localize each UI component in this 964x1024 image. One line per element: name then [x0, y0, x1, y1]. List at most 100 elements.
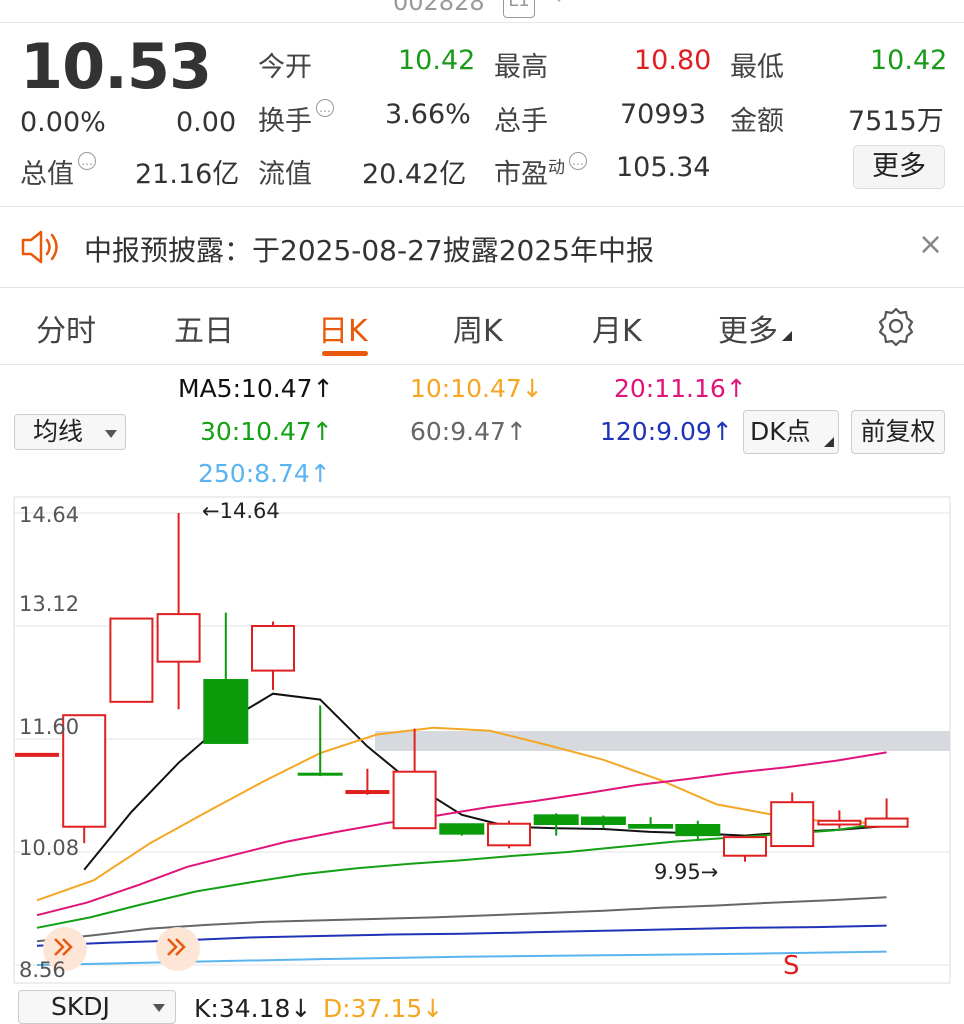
float-cap-value: 20.42亿: [362, 159, 467, 190]
y-tick-label: 14.64: [19, 503, 80, 527]
dropdown-corner-icon: [782, 331, 792, 341]
ma120-value: 120:9.09↑: [600, 417, 733, 446]
skdj-d-value: D:37.15↓: [323, 994, 444, 1023]
info-icon[interactable]: …: [316, 99, 334, 117]
tab-weekly-k[interactable]: 周K: [453, 306, 503, 350]
pe-sup: 动: [548, 158, 565, 178]
candle-body: [533, 814, 579, 825]
kline-chart[interactable]: 14.64 13.12 11.60 10.08 8.56 ←14.64 9.95…: [0, 495, 964, 985]
candle: [628, 817, 674, 829]
volume-label: 总手: [494, 106, 548, 137]
candle: [864, 798, 909, 828]
marker-bg: [156, 927, 200, 971]
avg-line-label: 均线: [33, 417, 84, 446]
candle-body: [864, 817, 909, 828]
candle: [156, 513, 201, 710]
adjust-price-button[interactable]: 前复权: [851, 410, 945, 454]
speaker-icon: [21, 230, 58, 264]
candle-body: [15, 752, 59, 757]
chevron-down-icon[interactable]: [552, 0, 566, 2]
last-price: 10.53: [20, 30, 212, 103]
more-quote-button[interactable]: 更多: [853, 145, 945, 189]
candle-body: [345, 790, 390, 795]
candle-body: [203, 679, 249, 744]
candle-body: [487, 822, 531, 847]
indicator-select[interactable]: SKDJ: [18, 990, 176, 1024]
ma250-value: 250:8.74↑: [198, 459, 331, 488]
candles: [15, 513, 909, 862]
candle-body: [251, 625, 295, 672]
candle: [580, 815, 626, 829]
candle-body: [675, 823, 721, 837]
market-cap-label[interactable]: 总值…: [20, 152, 96, 191]
open-label: 今开: [258, 52, 312, 83]
avg-line-select[interactable]: 均线: [14, 414, 126, 450]
indicator-select-label: SKDJ: [51, 992, 110, 1021]
notice-bar[interactable]: 中报预披露：于2025-08-27披露2025年中报 ×: [0, 207, 964, 287]
pe-label[interactable]: 市盈动…: [494, 152, 587, 191]
skdj-k-value: K:34.18↓: [194, 994, 312, 1023]
turnover-label[interactable]: 换手…: [258, 99, 334, 138]
dropdown-corner-icon: [824, 437, 834, 447]
candle-body: [156, 613, 201, 663]
float-cap-label: 流值: [258, 159, 312, 190]
kline-svg[interactable]: [0, 495, 964, 985]
change-percent: 0.00%: [20, 107, 106, 138]
candle: [487, 820, 531, 849]
candle: [109, 617, 154, 703]
candle: [439, 823, 485, 836]
notice-text: 中报预披露：于2025-08-27披露2025年中报: [84, 234, 654, 267]
candle: [251, 621, 295, 690]
ma10-value: 10:10.47↓: [410, 374, 543, 403]
resistance-band: [375, 731, 950, 751]
tab-five-day[interactable]: 五日: [174, 306, 234, 350]
low-label: 最低: [730, 52, 784, 83]
candle: [345, 768, 390, 795]
candle: [675, 820, 721, 840]
candle: [770, 792, 815, 848]
turnover-value: 3.66%: [385, 99, 471, 130]
ma30-value: 30:10.47↑: [200, 417, 333, 446]
dk-point-label: DK点: [750, 417, 811, 446]
candle: [15, 752, 59, 757]
candle: [533, 813, 579, 836]
y-tick-label: 13.12: [19, 592, 80, 616]
y-tick-label: 8.56: [19, 958, 66, 982]
candle-body: [770, 801, 815, 848]
close-icon[interactable]: ×: [918, 227, 943, 262]
tab-daily-k[interactable]: 日K: [318, 306, 368, 350]
tab-more[interactable]: 更多: [718, 306, 792, 350]
info-icon[interactable]: …: [569, 152, 587, 170]
sell-signal-label: S: [783, 951, 800, 981]
stock-code: 002828: [393, 0, 485, 16]
gear-icon[interactable]: [876, 306, 916, 346]
markers: [43, 927, 200, 971]
low-value: 10.42: [870, 45, 948, 76]
high-value: 10.80: [634, 45, 712, 76]
stock-code-row: 002828 L1: [0, 0, 964, 23]
dk-point-button[interactable]: DK点: [743, 410, 839, 454]
ma60-value: 60:9.47↑: [410, 417, 527, 446]
pe-value: 105.34: [616, 152, 711, 183]
tab-intraday[interactable]: 分时: [36, 306, 96, 350]
open-value: 10.42: [398, 45, 476, 76]
market-level-badge[interactable]: L1: [503, 0, 535, 18]
chevron-down-icon: [153, 1004, 165, 1012]
tab-monthly-k[interactable]: 月K: [592, 306, 642, 350]
period-tabs: 分时 五日 日K 周K 月K 更多: [0, 288, 964, 365]
chart-marker-icon: [156, 927, 200, 971]
y-tick-label: 10.08: [19, 836, 80, 860]
market-cap-value: 21.16亿: [135, 159, 240, 190]
ma5-value: MA5:10.47↑: [178, 374, 334, 403]
max-price-label: ←14.64: [202, 499, 280, 523]
amount-value: 7515万: [848, 106, 944, 137]
active-tab-underline: [322, 351, 368, 356]
candle: [817, 810, 862, 829]
info-icon[interactable]: …: [78, 152, 96, 170]
candle-body: [439, 823, 485, 835]
candle-body: [297, 772, 343, 776]
ma20-value: 20:11.16↑: [614, 374, 747, 403]
candle-body: [392, 770, 437, 830]
candle-body: [723, 836, 767, 857]
change-amount: 0.00: [176, 107, 237, 138]
